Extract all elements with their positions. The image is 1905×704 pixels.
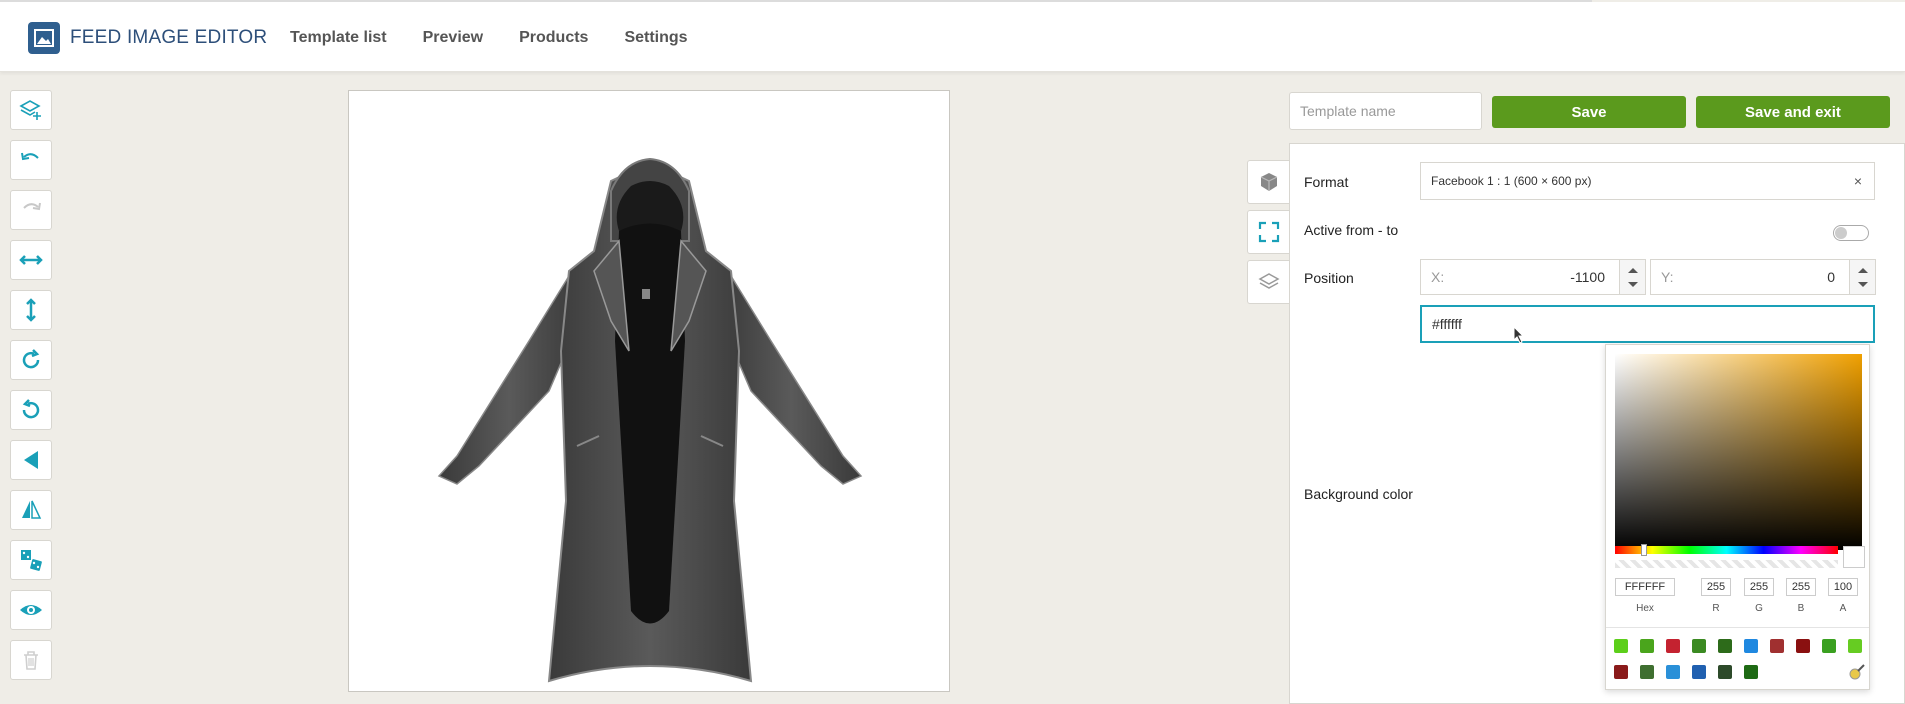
active-range-toggle[interactable] xyxy=(1833,225,1869,241)
tab-object[interactable] xyxy=(1247,160,1289,204)
color-swatch[interactable] xyxy=(1770,639,1784,653)
cursor-icon xyxy=(1513,326,1525,344)
stretch-horizontal-icon xyxy=(19,255,43,265)
flip-horizontal-icon xyxy=(24,451,38,469)
hue-slider[interactable] xyxy=(1615,546,1838,554)
alpha-slider[interactable] xyxy=(1615,560,1838,568)
format-select[interactable]: Facebook 1 : 1 (600 × 600 px) × xyxy=(1420,162,1875,200)
background-color-value: #ffffff xyxy=(1432,316,1462,332)
rotate-clockwise-button[interactable] xyxy=(10,340,52,380)
app-title: FEED IMAGE EDITOR xyxy=(70,27,268,48)
blue-input[interactable]: 255 xyxy=(1786,578,1816,596)
fullscreen-icon xyxy=(1258,221,1279,243)
nav-products[interactable]: Products xyxy=(519,29,588,47)
color-swatch[interactable] xyxy=(1744,665,1758,679)
add-layer-icon xyxy=(19,100,41,120)
delete-icon xyxy=(24,651,38,670)
tab-layers[interactable] xyxy=(1247,260,1289,304)
nav-settings[interactable]: Settings xyxy=(624,29,687,47)
position-x-label: X: xyxy=(1431,269,1445,285)
color-picker: FFFFFF 255 255 255 100 Hex R G B A xyxy=(1605,344,1870,690)
position-x-value: -1100 xyxy=(1570,269,1605,285)
color-swatch[interactable] xyxy=(1614,639,1628,653)
color-swatch[interactable] xyxy=(1718,665,1732,679)
delete-button[interactable] xyxy=(10,640,52,680)
stretch-vertical-icon xyxy=(26,298,36,322)
hue-slider-thumb[interactable] xyxy=(1641,544,1647,556)
color-swatch[interactable] xyxy=(1718,639,1732,653)
eyedropper-icon[interactable] xyxy=(1848,663,1866,681)
app-header: FEED IMAGE EDITOR Template list Preview … xyxy=(0,2,1905,72)
color-swatch[interactable] xyxy=(1666,639,1680,653)
color-swatch[interactable] xyxy=(1692,639,1706,653)
visibility-button[interactable] xyxy=(10,590,52,630)
add-layer-button[interactable] xyxy=(10,90,52,130)
color-swatch[interactable] xyxy=(1614,665,1628,679)
panel-tabs xyxy=(1247,160,1289,310)
redo-button[interactable] xyxy=(10,190,52,230)
product-image[interactable] xyxy=(349,91,950,692)
editor-canvas[interactable] xyxy=(348,90,950,692)
editor-toolbar xyxy=(10,90,52,690)
hex-input[interactable]: FFFFFF xyxy=(1615,578,1675,596)
blue-label: B xyxy=(1797,603,1805,614)
red-label: R xyxy=(1712,603,1720,614)
cube-icon xyxy=(1260,173,1277,191)
nav-preview[interactable]: Preview xyxy=(423,29,483,47)
position-y-stepper[interactable] xyxy=(1849,260,1875,294)
randomize-button[interactable] xyxy=(10,540,52,580)
hex-label: Hex xyxy=(1636,603,1654,614)
image-icon xyxy=(34,29,54,47)
color-swatch[interactable] xyxy=(1640,639,1654,653)
layers-icon xyxy=(1257,273,1280,289)
position-y-label: Y: xyxy=(1661,269,1674,285)
clear-format-button[interactable]: × xyxy=(1854,173,1862,189)
undo-button[interactable] xyxy=(10,140,52,180)
rotate-counterclockwise-icon xyxy=(22,399,40,419)
active-range-label: Active from - to xyxy=(1304,222,1399,238)
app-logo xyxy=(28,22,60,54)
saturation-area[interactable] xyxy=(1615,354,1862,550)
position-y-value: 0 xyxy=(1827,269,1835,285)
background-color-input[interactable]: #ffffff xyxy=(1420,305,1875,343)
color-swatch[interactable] xyxy=(1692,665,1706,679)
rotate-clockwise-icon xyxy=(22,349,40,369)
green-label: G xyxy=(1755,603,1763,614)
randomize-icon xyxy=(21,550,42,571)
background-color-label: Background color xyxy=(1304,486,1413,502)
save-button[interactable]: Save xyxy=(1492,96,1686,128)
mirror-icon xyxy=(22,500,42,519)
format-label: Format xyxy=(1304,174,1349,190)
redo-icon xyxy=(23,202,41,211)
position-x-field[interactable]: X: -1100 xyxy=(1420,259,1646,295)
position-y-field[interactable]: Y: 0 xyxy=(1650,259,1876,295)
color-swatch[interactable] xyxy=(1744,639,1758,653)
color-swatch[interactable] xyxy=(1666,665,1680,679)
alpha-input[interactable]: 100 xyxy=(1828,578,1858,596)
format-value: Facebook 1 : 1 (600 × 600 px) xyxy=(1431,174,1592,188)
nav-template-list[interactable]: Template list xyxy=(290,29,387,47)
stretch-vertical-button[interactable] xyxy=(10,290,52,330)
color-swatch[interactable] xyxy=(1822,639,1836,653)
stretch-horizontal-button[interactable] xyxy=(10,240,52,280)
alpha-label: A xyxy=(1839,603,1847,614)
template-name-input[interactable] xyxy=(1289,92,1482,130)
position-x-stepper[interactable] xyxy=(1619,260,1645,294)
picker-divider xyxy=(1606,627,1869,628)
green-input[interactable]: 255 xyxy=(1744,578,1774,596)
rotate-counterclockwise-button[interactable] xyxy=(10,390,52,430)
main-nav: Template list Preview Products Settings xyxy=(290,29,724,47)
flip-horizontal-button[interactable] xyxy=(10,440,52,480)
undo-icon xyxy=(21,152,39,161)
red-input[interactable]: 255 xyxy=(1701,578,1731,596)
color-swatch[interactable] xyxy=(1640,665,1654,679)
color-swatch[interactable] xyxy=(1796,639,1810,653)
position-label: Position xyxy=(1304,270,1354,286)
visibility-icon xyxy=(20,605,42,615)
color-swatch[interactable] xyxy=(1848,639,1862,653)
color-preview xyxy=(1843,546,1865,568)
mirror-button[interactable] xyxy=(10,490,52,530)
tab-canvas-size[interactable] xyxy=(1247,210,1289,254)
save-and-exit-button[interactable]: Save and exit xyxy=(1696,96,1890,128)
